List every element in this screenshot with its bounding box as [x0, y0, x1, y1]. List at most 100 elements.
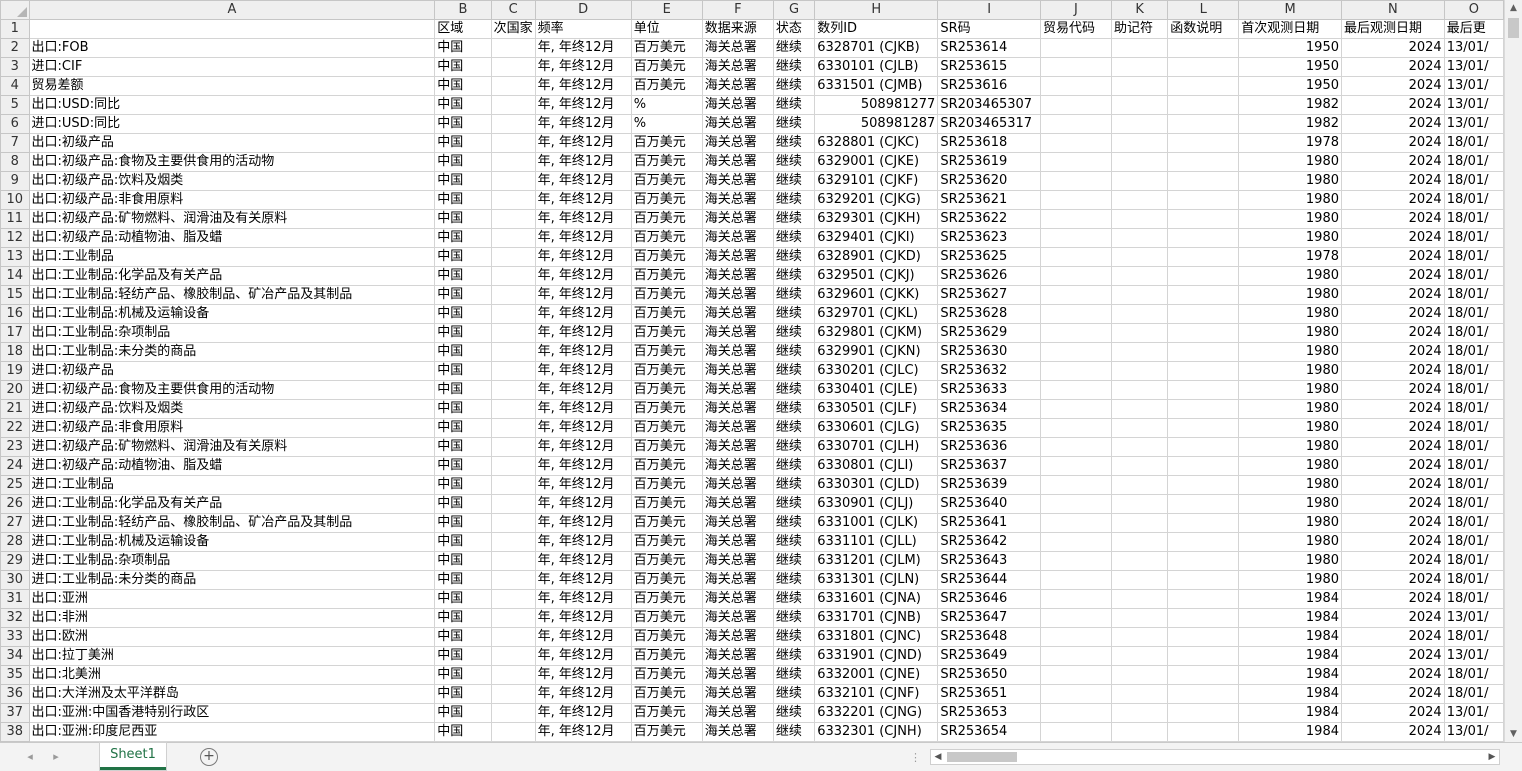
cell[interactable]: 海关总署	[701, 209, 774, 229]
cell[interactable]: 继续	[772, 665, 816, 685]
cell[interactable]: 年, 年终12月	[534, 437, 632, 457]
cell[interactable]: 中国	[434, 342, 492, 362]
cell[interactable]: 出口:工业制品:未分类的商品	[28, 342, 436, 362]
cell[interactable]	[1111, 38, 1169, 58]
column-header-m[interactable]: M	[1238, 0, 1342, 20]
row-header[interactable]: 19	[0, 361, 30, 381]
header-cell[interactable]: 状态	[772, 19, 816, 39]
cell[interactable]: 中国	[434, 38, 492, 58]
cell[interactable]	[1111, 608, 1169, 628]
cell[interactable]: 6332101 (CJNF)	[814, 684, 939, 704]
column-header-i[interactable]: I	[937, 0, 1041, 20]
row-header[interactable]: 22	[0, 418, 30, 438]
cell[interactable]: 进口:工业制品	[28, 475, 436, 495]
cell[interactable]: 2024	[1341, 95, 1445, 115]
cell[interactable]: 6328801 (CJKC)	[814, 133, 939, 153]
cell[interactable]	[490, 76, 536, 96]
cell[interactable]: 出口:工业制品:化学品及有关产品	[28, 266, 436, 286]
cell[interactable]: 1980	[1238, 456, 1342, 476]
cell[interactable]	[1039, 494, 1113, 514]
cell[interactable]: 出口:亚洲:中国香港特别行政区	[28, 703, 436, 723]
cell[interactable]: SR253651	[937, 684, 1041, 704]
cell[interactable]: SR253621	[937, 190, 1041, 210]
header-cell[interactable]: 数列ID	[814, 19, 939, 39]
cell[interactable]: 年, 年终12月	[534, 513, 632, 533]
cell[interactable]: 年, 年终12月	[534, 380, 632, 400]
cell[interactable]	[490, 551, 536, 571]
cell[interactable]: 18/01/	[1443, 304, 1504, 324]
cell[interactable]: 2024	[1341, 323, 1445, 343]
cell[interactable]: 出口:非洲	[28, 608, 436, 628]
cell[interactable]	[490, 152, 536, 172]
row-header[interactable]: 34	[0, 646, 30, 666]
cell[interactable]: 百万美元	[630, 589, 703, 609]
horizontal-scrollbar[interactable]: ◀ ▶	[930, 749, 1500, 765]
cell[interactable]: 继续	[772, 475, 816, 495]
cell[interactable]: 中国	[434, 323, 492, 343]
row-header[interactable]: 11	[0, 209, 30, 229]
row-header[interactable]: 38	[0, 722, 30, 742]
cell[interactable]: 百万美元	[630, 171, 703, 191]
cell[interactable]: 海关总署	[701, 114, 774, 134]
cell[interactable]: 中国	[434, 95, 492, 115]
row-header[interactable]: 26	[0, 494, 30, 514]
cell[interactable]: 2024	[1341, 380, 1445, 400]
cell[interactable]: 13/01/	[1443, 57, 1504, 77]
cell[interactable]	[1111, 532, 1169, 552]
header-cell[interactable]: 贸易代码	[1039, 19, 1113, 39]
prev-sheet-icon[interactable]: ◂	[22, 749, 38, 765]
cell[interactable]: 继续	[772, 361, 816, 381]
cell[interactable]: 2024	[1341, 114, 1445, 134]
cell[interactable]	[1167, 627, 1240, 647]
cell[interactable]	[1167, 722, 1240, 742]
header-cell[interactable]: 最后观测日期	[1341, 19, 1445, 39]
cell[interactable]: 出口:欧洲	[28, 627, 436, 647]
cell[interactable]: 中国	[434, 437, 492, 457]
cell[interactable]	[1167, 38, 1240, 58]
column-header-a[interactable]: A	[28, 0, 436, 20]
cell[interactable]	[1039, 342, 1113, 362]
cell[interactable]	[1111, 190, 1169, 210]
cell[interactable]: 年, 年终12月	[534, 532, 632, 552]
cell[interactable]: SR253623	[937, 228, 1041, 248]
cell[interactable]: SR253632	[937, 361, 1041, 381]
cell[interactable]	[490, 171, 536, 191]
cell[interactable]: 出口:USD:同比	[28, 95, 436, 115]
cell[interactable]: 海关总署	[701, 722, 774, 742]
cell[interactable]: 年, 年终12月	[534, 285, 632, 305]
cell[interactable]	[1167, 76, 1240, 96]
cell[interactable]: 18/01/	[1443, 285, 1504, 305]
cell[interactable]: 中国	[434, 627, 492, 647]
cell[interactable]: SR253625	[937, 247, 1041, 267]
cell[interactable]: 13/01/	[1443, 38, 1504, 58]
cell[interactable]: 海关总署	[701, 608, 774, 628]
cell[interactable]: 18/01/	[1443, 323, 1504, 343]
cell[interactable]: 年, 年终12月	[534, 608, 632, 628]
cell[interactable]	[1111, 76, 1169, 96]
row-header[interactable]: 2	[0, 38, 30, 58]
column-header-j[interactable]: J	[1039, 0, 1113, 20]
cell[interactable]: 继续	[772, 114, 816, 134]
cell[interactable]: 年, 年终12月	[534, 342, 632, 362]
cell[interactable]: 中国	[434, 551, 492, 571]
column-header-b[interactable]: B	[434, 0, 492, 20]
cell[interactable]: 年, 年终12月	[534, 418, 632, 438]
cell[interactable]: 1978	[1238, 133, 1342, 153]
cell[interactable]: 18/01/	[1443, 589, 1504, 609]
row-header[interactable]: 25	[0, 475, 30, 495]
cell[interactable]: 6329601 (CJKK)	[814, 285, 939, 305]
cell[interactable]: 1980	[1238, 551, 1342, 571]
row-header[interactable]: 36	[0, 684, 30, 704]
cell[interactable]: 中国	[434, 722, 492, 742]
cell[interactable]: 18/01/	[1443, 665, 1504, 685]
cell[interactable]	[490, 437, 536, 457]
cell[interactable]: SR253629	[937, 323, 1041, 343]
cell[interactable]	[1111, 513, 1169, 533]
cell[interactable]	[1111, 418, 1169, 438]
cell[interactable]: 2024	[1341, 494, 1445, 514]
cell[interactable]: 2024	[1341, 399, 1445, 419]
header-cell[interactable]: 首次观测日期	[1238, 19, 1342, 39]
header-cell[interactable]: 函数说明	[1167, 19, 1240, 39]
cell[interactable]: 1950	[1238, 76, 1342, 96]
cell[interactable]: 继续	[772, 209, 816, 229]
